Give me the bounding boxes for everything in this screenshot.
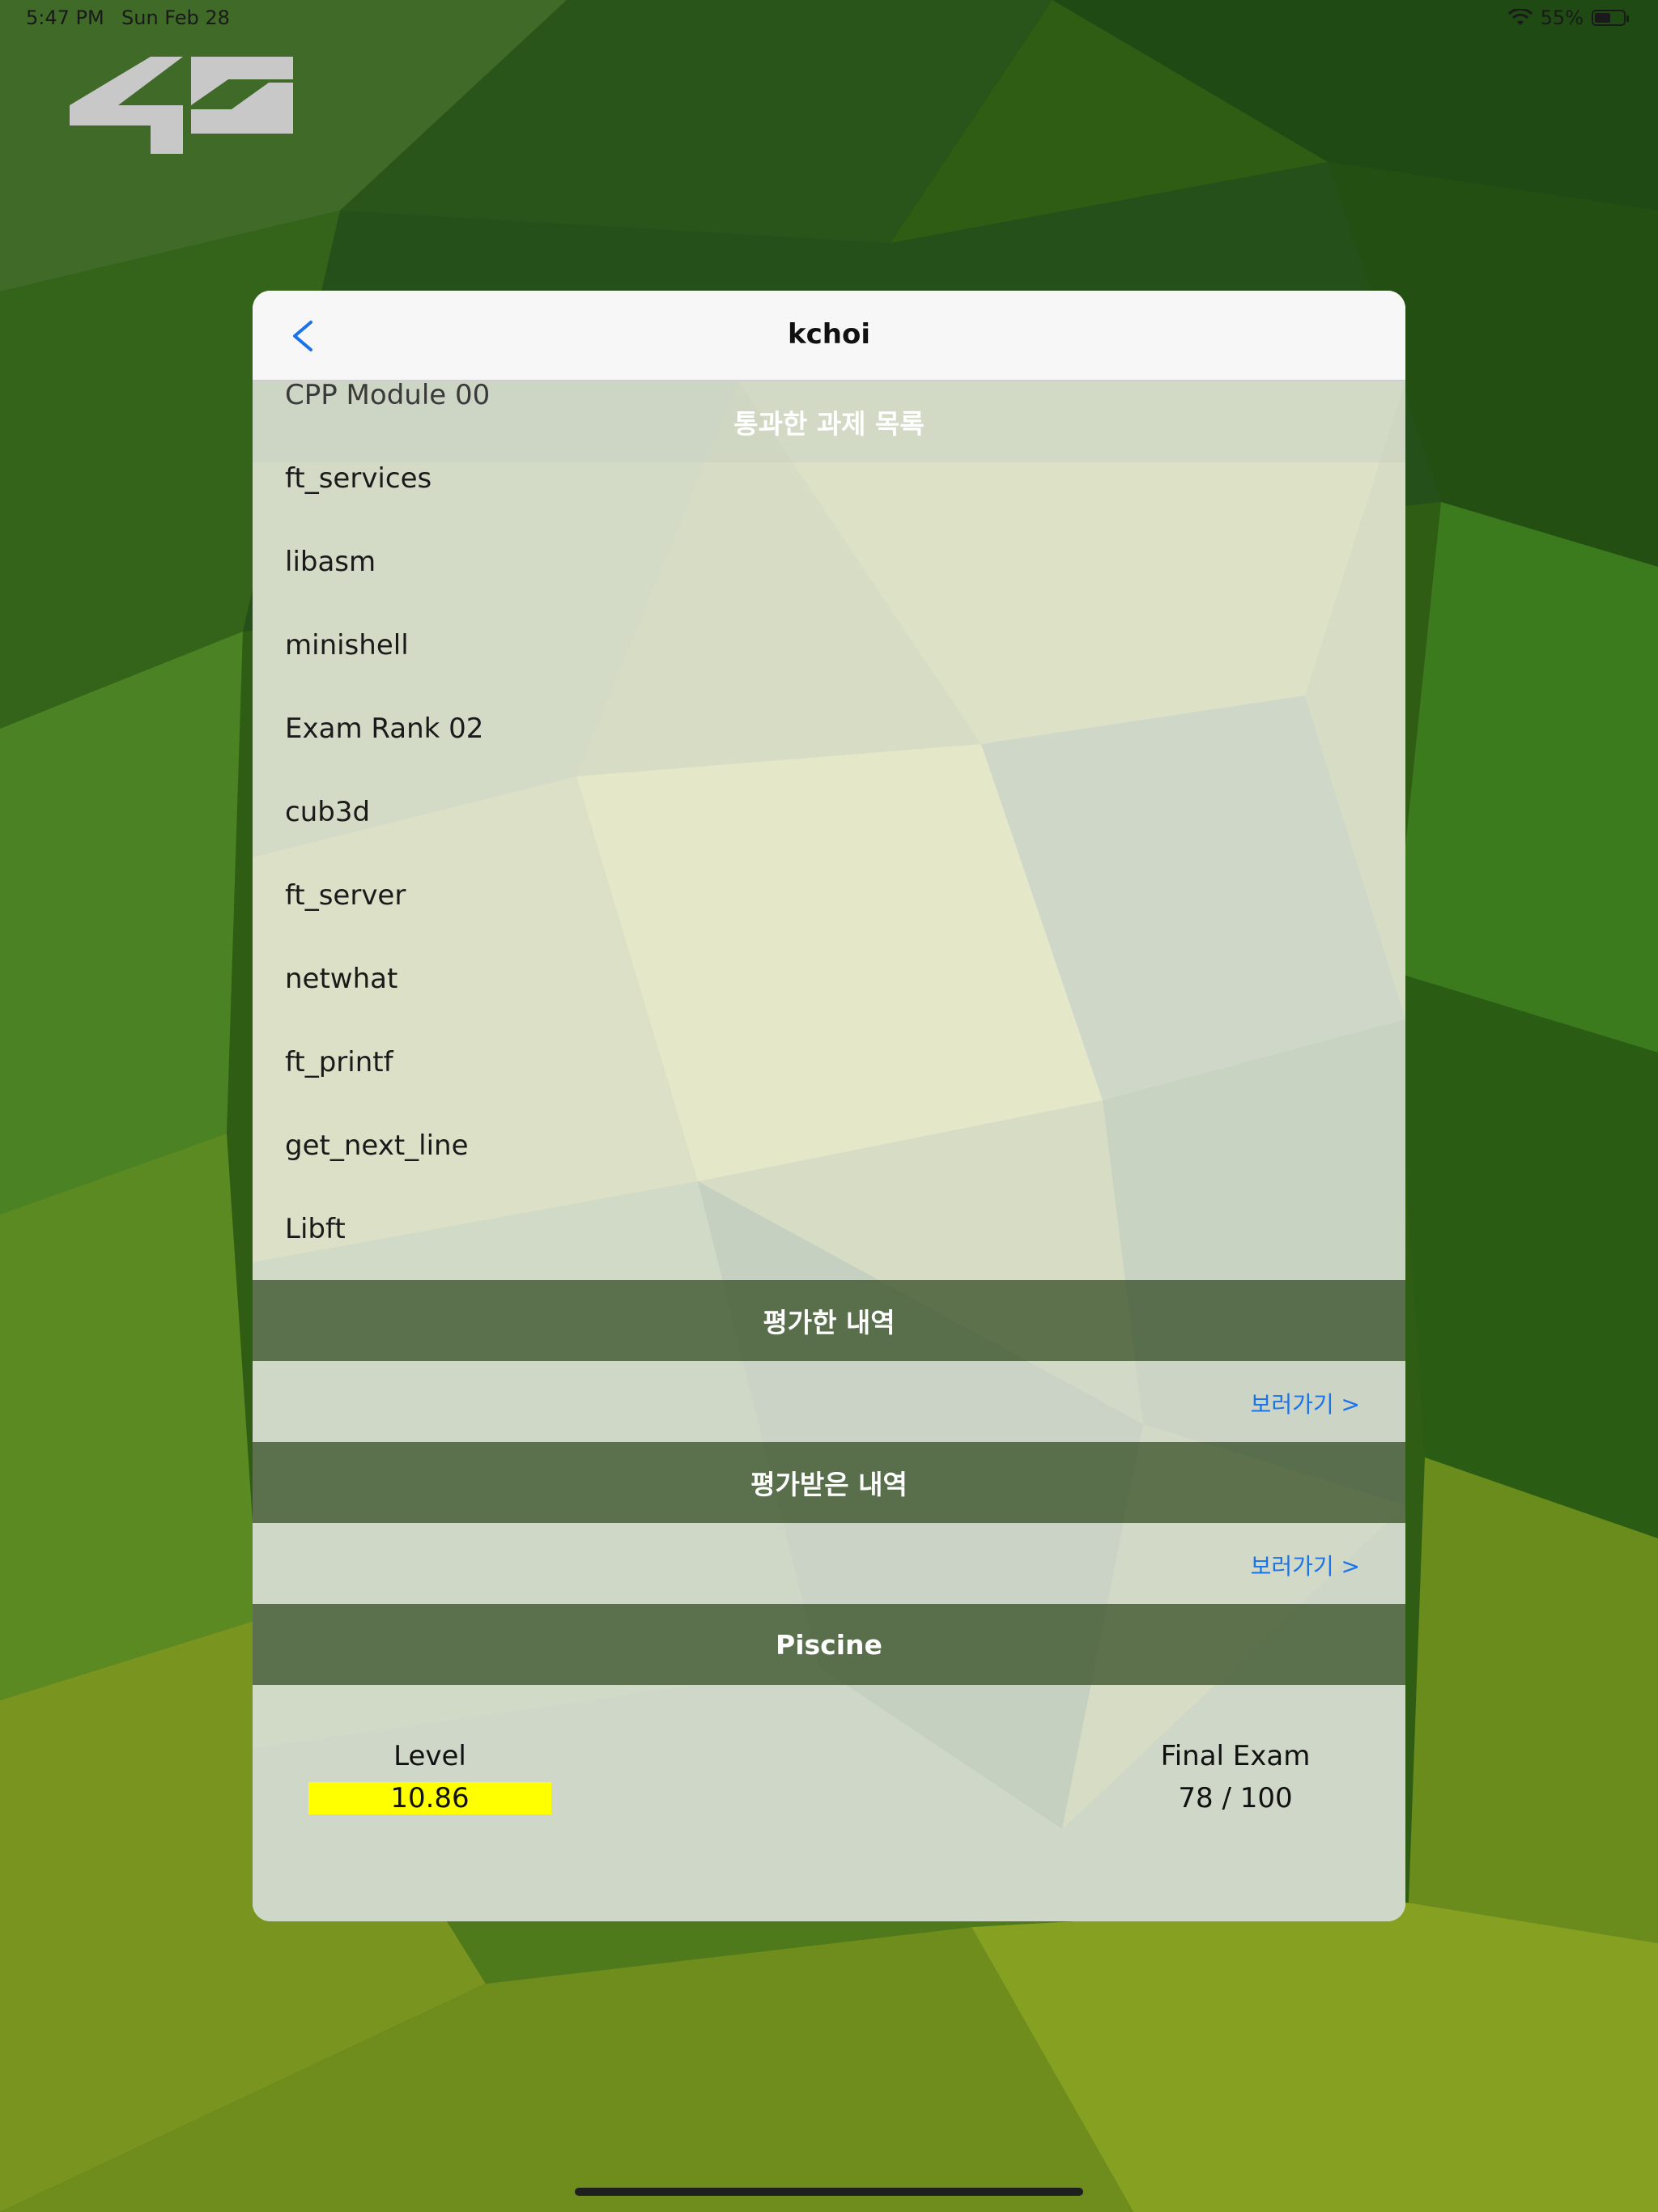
list-item[interactable]: Libft [285,1205,346,1253]
list-item[interactable]: libasm [285,538,376,586]
final-exam-label: Final Exam [1160,1740,1311,1772]
received-row: 보러가기 > [253,1523,1405,1604]
list-item[interactable]: cub3d [285,788,370,836]
list-item[interactable]: netwhat [285,955,397,1003]
level-label: Level [393,1740,466,1772]
profile-modal: kchoi 통과한 과제 목록 CPP Module 00 ft_service… [253,291,1405,1921]
view-evaluated-link[interactable]: 보러가기 > [1251,1387,1360,1419]
view-received-link[interactable]: 보러가기 > [1251,1549,1360,1581]
wifi-icon [1507,9,1533,25]
nav-bar: kchoi [253,291,1405,381]
battery-percent: 55% [1540,6,1584,29]
final-exam-value: 78 / 100 [1178,1782,1293,1814]
list-item[interactable]: ft_server [285,871,406,920]
home-indicator[interactable] [575,2188,1083,2196]
42-logo-icon [70,57,293,154]
status-bar: 5:47 PM Sun Feb 28 55% [0,0,1658,40]
section-header-evaluated: 평가한 내역 [253,1280,1405,1361]
status-indicators: 55% [1507,6,1629,29]
level-value: 10.86 [390,1782,470,1814]
status-time: 5:47 PM [26,6,104,29]
battery-icon [1592,10,1629,26]
battery-fill [1595,13,1610,23]
list-item[interactable]: ft_printf [285,1038,393,1087]
evaluated-row: 보러가기 > [253,1361,1405,1442]
status-date: Sun Feb 28 [121,6,230,29]
section-header-piscine: Piscine [253,1604,1405,1685]
list-item[interactable]: ft_services [285,454,432,503]
list-item[interactable]: minishell [285,621,409,670]
profile-content[interactable]: 통과한 과제 목록 CPP Module 00 ft_services liba… [253,379,1405,1921]
list-item[interactable]: Exam Rank 02 [285,704,483,753]
list-item[interactable]: get_next_line [285,1121,469,1170]
section-header-received: 평가받은 내역 [253,1442,1405,1523]
nav-title: kchoi [788,318,870,351]
